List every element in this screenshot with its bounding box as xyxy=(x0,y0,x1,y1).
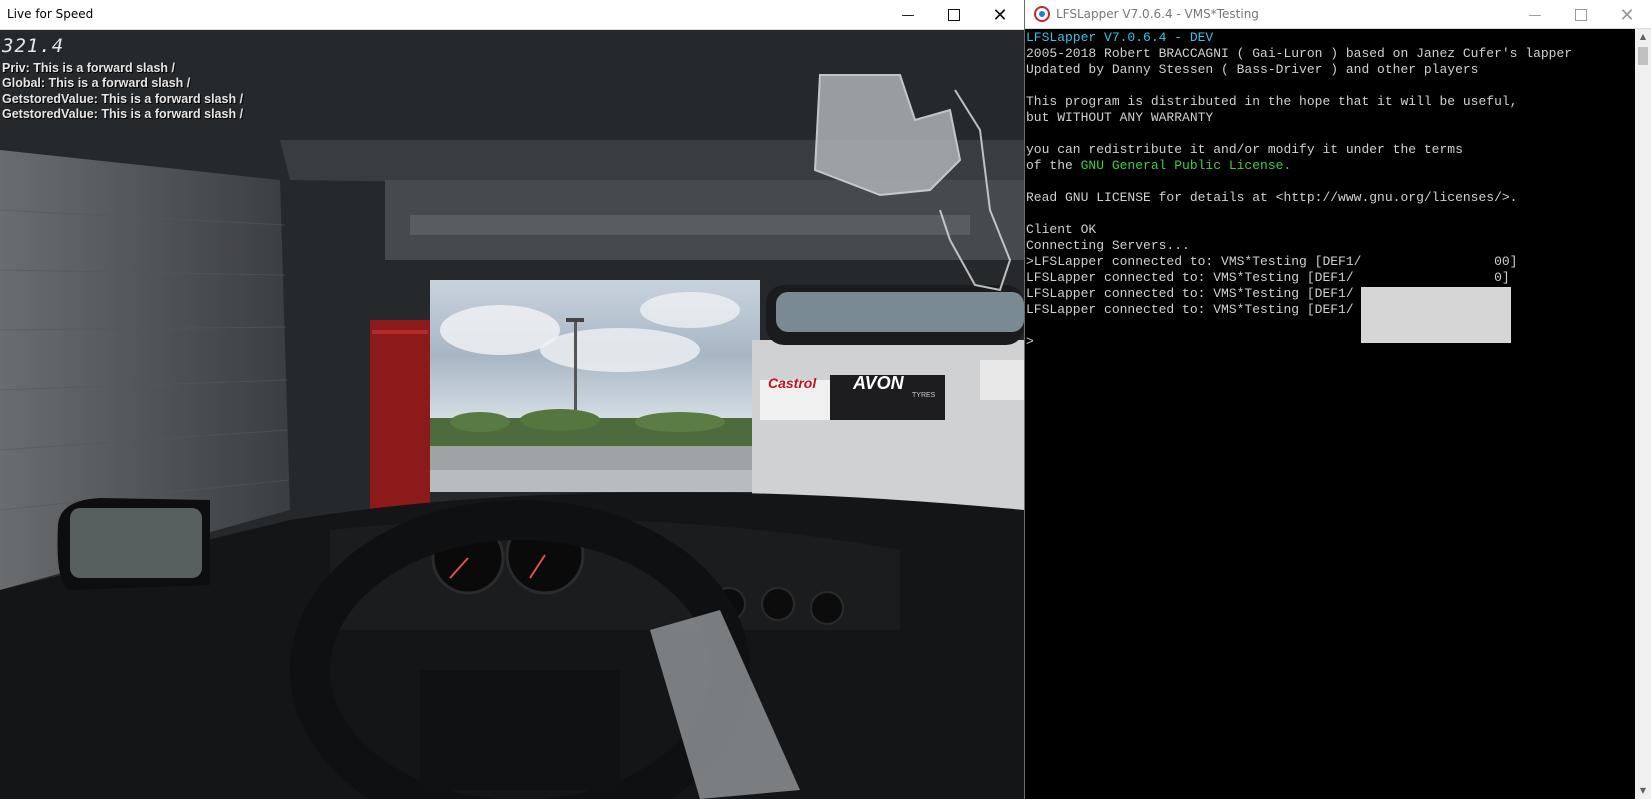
close-icon: ✕ xyxy=(992,4,1008,26)
console-connected-line: LFSLapper connected to: VMS*Testing [DEF… xyxy=(1026,270,1510,286)
console-header-line: LFSLapper V7.0.6.4 - DEV xyxy=(1026,30,1214,45)
console-minimize-button[interactable]: — xyxy=(1512,0,1558,30)
minimize-icon: — xyxy=(901,7,915,23)
scroll-down-icon[interactable]: ▼ xyxy=(1635,783,1651,799)
connected-tail: 00] xyxy=(1494,254,1518,269)
lfs-window-title: Live for Speed xyxy=(7,7,94,21)
console-window: LFSLapper V7.0.6.4 - VMS*Testing — ✕ LFS… xyxy=(1025,0,1651,799)
console-line: Read GNU LICENSE for details at <http://… xyxy=(1026,190,1518,205)
scroll-thumb[interactable] xyxy=(1638,47,1648,65)
console-line: but WITHOUT ANY WARRANTY xyxy=(1026,110,1214,125)
hud-messages: Priv: This is a forward slash / Global: … xyxy=(2,61,243,123)
maximize-button[interactable] xyxy=(931,0,977,30)
console-line: Connecting Servers... xyxy=(1026,238,1190,253)
connected-text: >LFSLapper connected to: VMS*Testing [DE… xyxy=(1026,254,1362,269)
close-icon: ✕ xyxy=(1619,4,1635,26)
lfslapper-app-icon xyxy=(1034,6,1050,22)
console-line: 2005-2018 Robert BRACCAGNI ( Gai-Luron )… xyxy=(1026,46,1573,61)
minimize-icon: — xyxy=(1528,7,1542,23)
console-scrollbar[interactable]: ▲ ▼ xyxy=(1635,29,1651,799)
console-window-title: LFSLapper V7.0.6.4 - VMS*Testing xyxy=(1056,7,1259,21)
console-output[interactable]: LFSLapper V7.0.6.4 - DEV 2005-2018 Rober… xyxy=(1025,29,1635,799)
close-button[interactable]: ✕ xyxy=(977,0,1023,30)
minimize-button[interactable]: — xyxy=(885,0,931,30)
connected-text: LFSLapper connected to: VMS*Testing [DEF… xyxy=(1026,286,1354,301)
hud-line: Global: This is a forward slash / xyxy=(2,76,191,91)
console-license-line: of the GNU General Public License. xyxy=(1026,158,1291,174)
lfs-window: Live for Speed — ✕ Castrol AVON TYRES 32… xyxy=(0,0,1025,799)
console-line: Client OK xyxy=(1026,222,1097,237)
maximize-icon xyxy=(948,9,960,21)
console-prompt[interactable]: > xyxy=(1026,334,1034,350)
avon-tyres-sign: TYRES xyxy=(912,392,936,399)
lfs-titlebar[interactable]: Live for Speed — ✕ xyxy=(0,0,1024,30)
hud-line: GetstoredValue: This is a forward slash … xyxy=(2,91,244,106)
console-close-button[interactable]: ✕ xyxy=(1604,0,1650,30)
console-line: This program is distributed in the hope … xyxy=(1026,94,1518,109)
maximize-icon xyxy=(1575,9,1587,21)
game-viewport[interactable]: Castrol AVON TYRES 321.4 Priv: This is a… xyxy=(0,30,1024,799)
console-connected-line: >LFSLapper connected to: VMS*Testing [DE… xyxy=(1026,254,1517,270)
redaction-box xyxy=(1361,287,1511,343)
hud-counter: 321.4 xyxy=(2,35,65,57)
cockpit-scene xyxy=(0,30,1024,799)
console-line: Updated by Danny Stessen ( Bass-Driver )… xyxy=(1026,62,1479,77)
hud-line: Priv: This is a forward slash / xyxy=(2,61,175,75)
connected-text: LFSLapper connected to: VMS*Testing [DEF… xyxy=(1026,302,1354,317)
connected-text: LFSLapper connected to: VMS*Testing [DEF… xyxy=(1026,270,1354,285)
console-maximize-button[interactable] xyxy=(1558,0,1604,30)
avon-sign: AVON xyxy=(853,373,904,393)
castrol-sign: Castrol xyxy=(768,375,817,391)
scroll-up-icon[interactable]: ▲ xyxy=(1635,29,1651,45)
hud-line: GetstoredValue: This is a forward slash … xyxy=(2,107,244,122)
connected-tail: 0] xyxy=(1494,270,1510,285)
console-line: you can redistribute it and/or modify it… xyxy=(1026,142,1463,157)
console-titlebar[interactable]: LFSLapper V7.0.6.4 - VMS*Testing — ✕ xyxy=(1025,0,1651,29)
license-link: GNU General Public License. xyxy=(1080,158,1292,173)
license-prefix: of the xyxy=(1026,158,1081,173)
